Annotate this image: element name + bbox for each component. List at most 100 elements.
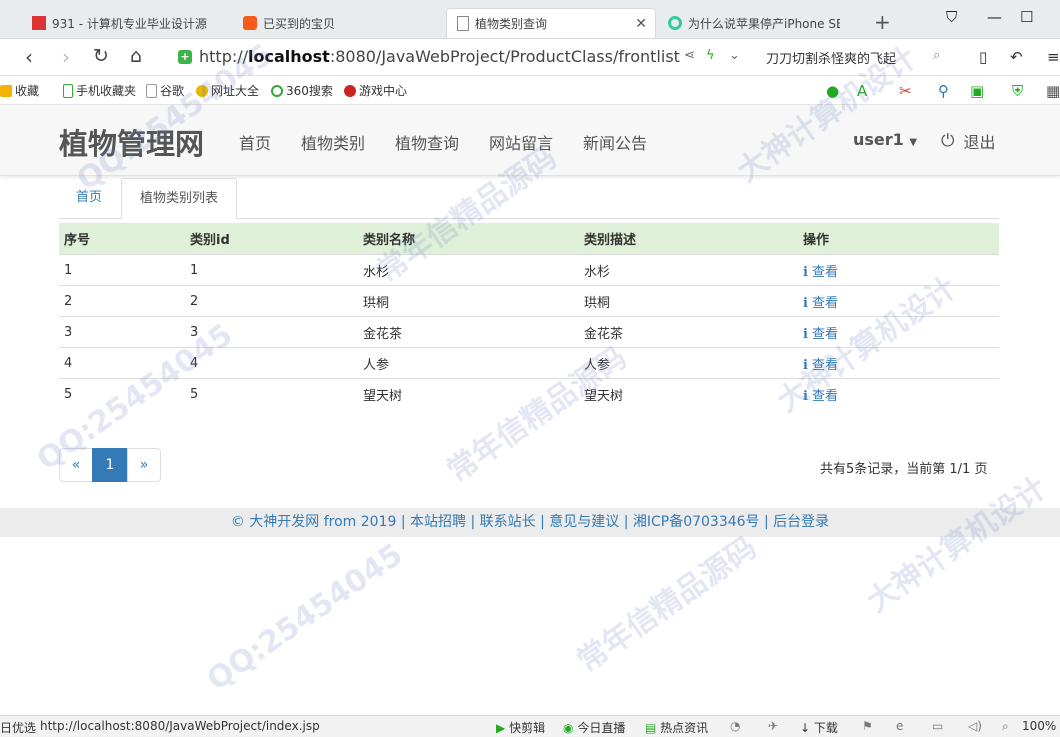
browser-tab-active[interactable]: 植物类别查询 ✕ [446, 8, 656, 38]
view-link[interactable]: i 查看 [803, 389, 838, 404]
bookmark-games[interactable]: 游戏中心 [344, 82, 407, 99]
breadcrumb-current[interactable]: 植物类别列表 [121, 178, 237, 219]
site-brand[interactable]: 植物管理网 [59, 121, 204, 163]
browser-tab-2[interactable]: 已买到的宝贝 [243, 8, 433, 38]
bookmark-favorites[interactable]: 收藏 [0, 82, 39, 99]
minimize-icon[interactable]: — [987, 8, 1002, 26]
table-header-row: 序号 类别id 类别名称 类别描述 操作 [59, 223, 999, 255]
info-icon: i [803, 357, 808, 373]
view-link[interactable]: i 查看 [803, 327, 838, 342]
bookmark-label: 游戏中心 [359, 84, 408, 98]
cell-id: 1 [185, 254, 358, 286]
cell-index: 4 [59, 347, 185, 379]
zoom-icon: ⌕ [1002, 719, 1009, 733]
username: user1 [853, 130, 904, 149]
nav-news[interactable]: 新闻公告 [583, 130, 647, 154]
url-path: :8080/JavaWebProject/ProductClass/frontl… [329, 47, 680, 66]
cell-desc: 水杉 [579, 254, 798, 286]
watermark: QQ:25454045 [200, 537, 410, 698]
status-news[interactable]: ▤ 热点资讯 [645, 719, 708, 736]
scissors-icon[interactable]: ✂ [899, 82, 912, 100]
cell-index: 2 [59, 285, 185, 317]
close-tab-icon[interactable]: ✕ [635, 16, 647, 32]
table-row: 1 1 水杉 水杉 i 查看 [59, 254, 999, 286]
nav-home[interactable]: 首页 [239, 130, 271, 154]
logout-label: 退出 [963, 133, 996, 152]
undo-icon[interactable]: ↶ [1010, 48, 1023, 66]
cell-id: 2 [185, 285, 358, 317]
view-link[interactable]: i 查看 [803, 265, 838, 280]
maximize-icon[interactable]: ☐ [1020, 8, 1033, 26]
status-live[interactable]: ◉ 今日直播 [563, 719, 625, 736]
category-table: 序号 类别id 类别名称 类别描述 操作 1 1 水杉 水杉 i 查看 2 2 珙… [59, 223, 999, 409]
translate-icon[interactable]: A [857, 82, 867, 100]
volume-icon[interactable]: ◁) [968, 719, 982, 733]
site-header: 植物管理网 首页 植物类别 植物查询 网站留言 新闻公告 user1 ▼ ⏻ 退出 [0, 105, 1060, 176]
browser-status-bar: 日优选 http://localhost:8080/JavaWebProject… [0, 715, 1060, 737]
menu-icon[interactable]: ≡ [1047, 48, 1060, 66]
pagination: « 1 » [59, 448, 161, 482]
next-page-button[interactable]: » [127, 448, 161, 482]
forward-icon[interactable]: › [62, 45, 70, 69]
status-left-label[interactable]: 日优选 [0, 719, 36, 736]
new-tab-button[interactable]: + [874, 10, 891, 34]
flag-icon[interactable]: ⚑ [862, 719, 873, 733]
window-icon[interactable]: ▭ [932, 719, 943, 733]
url-field[interactable]: + http://localhost:8080/JavaWebProject/P… [178, 47, 680, 66]
search-icon[interactable]: ⌕ [933, 48, 940, 63]
gamepad-icon[interactable]: ▣ [970, 82, 984, 100]
page-1-button[interactable]: 1 [92, 448, 128, 482]
breadcrumb-home[interactable]: 首页 [59, 178, 119, 217]
view-link[interactable]: i 查看 [803, 358, 838, 373]
nav-plant-categories[interactable]: 植物类别 [301, 130, 365, 154]
status-download[interactable]: ↓ 下载 [800, 719, 838, 736]
grid-icon[interactable]: ▦ [1046, 82, 1060, 100]
page-icon [146, 83, 157, 98]
browser-tab-4[interactable]: 为什么说苹果停产iPhone SE [668, 8, 840, 38]
shield-icon[interactable]: ⛨ [1012, 82, 1023, 100]
chevron-down-icon[interactable]: ⌄ [729, 48, 740, 63]
download-icon: ↓ [800, 721, 811, 735]
info-icon: i [803, 326, 808, 342]
search-hint-text[interactable]: 刀刀切割杀怪爽的飞起 [766, 48, 896, 67]
cell-id: 4 [185, 347, 358, 379]
ie-icon[interactable]: e [896, 719, 903, 733]
bookmark-mobile[interactable]: 手机收藏夹 [63, 82, 136, 99]
user-menu[interactable]: user1 ▼ [853, 130, 917, 149]
magnifier-icon[interactable]: ⚲ [938, 82, 949, 100]
footer-links[interactable]: © 大神开发网 from 2019 | 本站招聘 | 联系站长 | 意见与建议 … [231, 514, 829, 530]
extension-icon[interactable]: ● [826, 82, 839, 100]
browser-tab-1[interactable]: 931 - 计算机专业毕业设计源 [32, 8, 232, 38]
cell-name: 人参 [358, 347, 579, 379]
nav-guestbook[interactable]: 网站留言 [489, 130, 553, 154]
skin-icon[interactable]: ⛉ [946, 8, 957, 26]
status-item-label: 热点资讯 [660, 721, 709, 735]
prev-page-button[interactable]: « [59, 448, 93, 482]
home-icon[interactable]: ⌂ [130, 45, 142, 67]
url-scheme: http:// [199, 47, 249, 66]
back-icon[interactable]: ‹ [25, 45, 33, 69]
refresh-icon[interactable]: ↻ [93, 45, 109, 67]
power-icon: ⏻ [941, 131, 955, 151]
speed-icon[interactable]: ◔ [730, 719, 740, 733]
col-header-index: 序号 [59, 223, 185, 255]
view-label: 查看 [811, 388, 838, 404]
lightning-icon[interactable]: ϟ [706, 48, 715, 63]
bookmark-360search[interactable]: 360搜索 [271, 82, 333, 99]
bookmark-sites[interactable]: 网址大全 [196, 82, 259, 99]
play-icon: ▶ [496, 721, 506, 735]
cell-id: 3 [185, 316, 358, 348]
bookmark-label: 手机收藏夹 [76, 84, 137, 98]
globe-icon [196, 84, 208, 97]
nav-plant-search[interactable]: 植物查询 [395, 130, 459, 154]
pin-icon[interactable]: ✈ [768, 719, 778, 733]
table-row: 3 3 金花茶 金花茶 i 查看 [59, 316, 999, 348]
status-quickclip[interactable]: ▶ 快剪辑 [496, 719, 545, 736]
bookmark-google[interactable]: 谷歌 [146, 82, 184, 99]
share-icon[interactable]: ⋖ [684, 48, 695, 63]
info-icon: i [803, 388, 808, 404]
zoom-level[interactable]: 100% [1022, 719, 1056, 733]
phone-icon[interactable]: ▯ [979, 48, 987, 66]
view-link[interactable]: i 查看 [803, 296, 838, 311]
logout-link[interactable]: ⏻ 退出 [941, 129, 995, 153]
